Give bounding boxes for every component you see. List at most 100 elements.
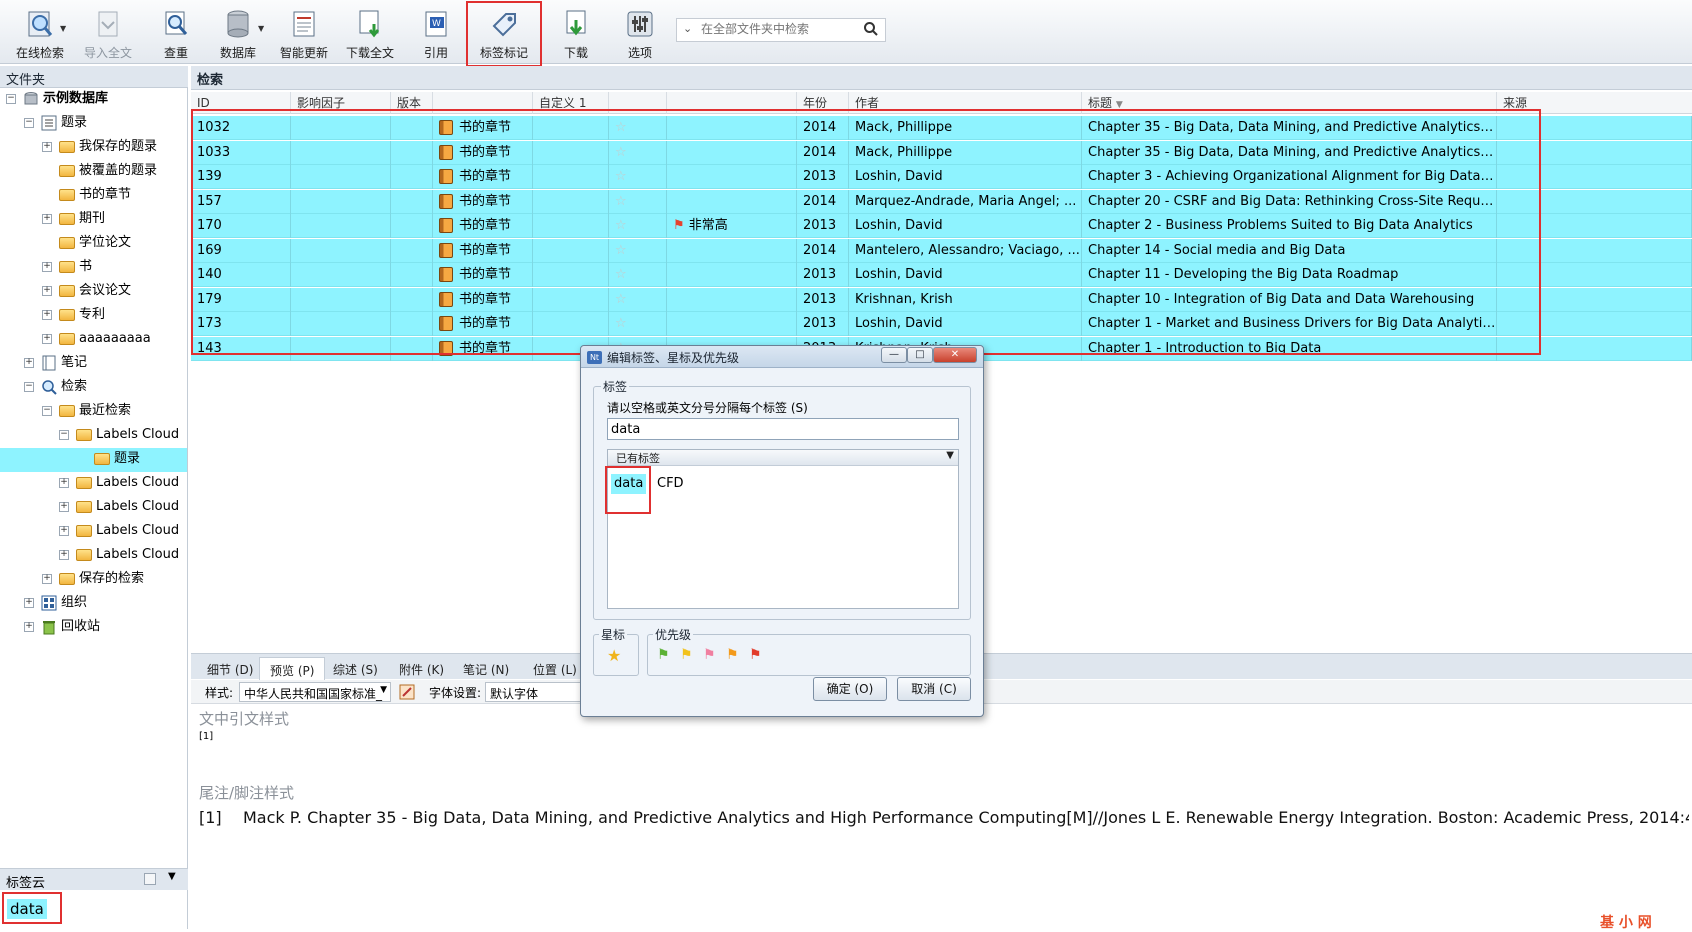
tree-item-journals[interactable]: + 期刊 bbox=[42, 208, 105, 232]
tree-item-labels-cloud[interactable]: − Labels Cloud bbox=[59, 424, 179, 448]
tree-item-overwritten[interactable]: 被覆盖的题录 bbox=[59, 160, 157, 184]
tree-label: 最近检索 bbox=[79, 403, 132, 418]
flag-red-icon[interactable]: ⚑ bbox=[749, 646, 767, 664]
collapse-icon[interactable]: − bbox=[42, 405, 52, 416]
chevron-down-icon[interactable]: ▼ bbox=[946, 450, 954, 461]
expand-icon[interactable]: + bbox=[42, 573, 52, 584]
existing-tags-header[interactable]: 已有标签 ▼ bbox=[608, 450, 958, 466]
ref-text: Mack P. Chapter 35 - Big Data, Data Mini… bbox=[243, 808, 1689, 827]
selection-highlight-box bbox=[191, 109, 1541, 355]
cancel-button[interactable]: 取消 (C) bbox=[897, 677, 971, 701]
expand-icon[interactable]: + bbox=[24, 597, 34, 608]
tree-label: Labels Cloud bbox=[96, 427, 180, 442]
collapse-icon[interactable]: − bbox=[59, 429, 69, 440]
star-group-label: 星标 bbox=[599, 626, 628, 643]
options-button[interactable]: 选项 bbox=[604, 6, 676, 60]
folder-search-input[interactable] bbox=[701, 22, 851, 36]
tree-item-conference[interactable]: + 会议论文 bbox=[42, 280, 131, 304]
download-label: 下载 bbox=[563, 46, 588, 60]
collapse-icon[interactable]: − bbox=[24, 117, 34, 128]
tab-summary[interactable]: 综述 (S) bbox=[323, 657, 388, 680]
chevron-down-icon[interactable]: ▼ bbox=[60, 24, 66, 33]
star-icon[interactable]: ★ bbox=[607, 646, 621, 665]
tree-item-theses[interactable]: 学位论文 bbox=[59, 232, 131, 256]
collapse-icon[interactable]: − bbox=[6, 93, 16, 104]
expand-icon[interactable]: + bbox=[42, 141, 52, 152]
tree-item-records-selected[interactable]: 题录 bbox=[0, 448, 187, 472]
tree-item-my-saved[interactable]: + 我保存的题录 bbox=[42, 136, 157, 160]
tree-item-labels-cloud[interactable]: + Labels Cloud bbox=[59, 496, 179, 520]
expand-icon[interactable]: + bbox=[59, 525, 69, 536]
expand-icon[interactable]: + bbox=[24, 621, 34, 632]
expand-icon[interactable]: + bbox=[42, 285, 52, 296]
expand-icon[interactable]: + bbox=[42, 333, 52, 344]
tree-item-books[interactable]: + 书 bbox=[42, 256, 92, 280]
download-fulltext-button[interactable]: 下载全文 bbox=[334, 6, 406, 60]
expand-icon[interactable]: + bbox=[42, 309, 52, 320]
tags-input[interactable] bbox=[607, 418, 959, 440]
tree-item-patents[interactable]: + 专利 bbox=[42, 304, 105, 328]
tree-item-sample-db[interactable]: − 示例数据库 bbox=[6, 88, 108, 112]
tree-label: Labels Cloud bbox=[96, 499, 180, 514]
folder-icon bbox=[59, 140, 75, 153]
tree-item-recent-search[interactable]: − 最近检索 bbox=[42, 400, 131, 424]
tab-details[interactable]: 细节 (D) bbox=[197, 657, 263, 680]
tag-cloud-tag[interactable]: data bbox=[7, 899, 47, 919]
tree-item-saved-search[interactable]: + 保存的检索 bbox=[42, 568, 144, 592]
tree-item-labels-cloud[interactable]: + Labels Cloud bbox=[59, 520, 179, 544]
tab-location[interactable]: 位置 (L) bbox=[523, 657, 587, 680]
tab-preview[interactable]: 预览 (P) bbox=[259, 657, 326, 680]
tree-item-labels-cloud[interactable]: + Labels Cloud bbox=[59, 472, 179, 496]
download-icon bbox=[566, 10, 586, 36]
tree-item-notes[interactable]: + 笔记 bbox=[24, 352, 87, 376]
chevron-down-icon[interactable]: ⌄ bbox=[683, 22, 692, 35]
folder-search-box[interactable]: ⌄ bbox=[676, 18, 886, 42]
folder-icon bbox=[59, 332, 75, 345]
font-select[interactable]: 默认字体 bbox=[485, 682, 585, 702]
tree-item-aaaa[interactable]: + aaaaaaaaa bbox=[42, 328, 151, 352]
database-button[interactable]: 数据库 ▼ bbox=[202, 6, 274, 60]
import-fulltext-icon bbox=[98, 11, 118, 37]
tab-notes[interactable]: 笔记 (N) bbox=[453, 657, 519, 680]
flag-green-icon[interactable]: ⚑ bbox=[657, 646, 675, 664]
collapse-icon[interactable]: − bbox=[24, 381, 34, 392]
existing-tag-cfd[interactable]: CFD bbox=[654, 474, 687, 494]
flag-orange-icon[interactable]: ⚑ bbox=[726, 646, 744, 664]
tree-label: 我保存的题录 bbox=[79, 139, 158, 154]
expand-icon[interactable]: + bbox=[59, 549, 69, 560]
chevron-down-icon[interactable]: ▼ bbox=[258, 24, 264, 33]
checkbox-icon[interactable] bbox=[144, 873, 156, 885]
expand-icon[interactable]: + bbox=[59, 477, 69, 488]
maximize-button[interactable]: □ bbox=[907, 347, 933, 363]
tree-label: 期刊 bbox=[79, 211, 106, 226]
cite-button[interactable]: W 引用 bbox=[400, 6, 472, 60]
tab-attachments[interactable]: 附件 (K) bbox=[389, 657, 454, 680]
ok-button[interactable]: 确定 (O) bbox=[813, 677, 887, 701]
flag-pink-icon[interactable]: ⚑ bbox=[703, 646, 721, 664]
download-button[interactable]: 下载 bbox=[540, 6, 612, 60]
tag-mark-button[interactable]: 标签标记 bbox=[466, 1, 542, 67]
tree-item-book-chapters[interactable]: 书的章节 bbox=[59, 184, 131, 208]
flag-yellow-icon[interactable]: ⚑ bbox=[680, 646, 698, 664]
tree-label: 保存的检索 bbox=[79, 571, 145, 586]
tree-item-labels-cloud[interactable]: + Labels Cloud bbox=[59, 544, 179, 568]
recycle-bin-icon bbox=[43, 620, 55, 634]
expand-icon[interactable]: + bbox=[59, 501, 69, 512]
tree-item-organize[interactable]: + 组织 bbox=[24, 592, 87, 616]
import-fulltext-button[interactable]: 导入全文 bbox=[72, 6, 144, 60]
tree-item-recycle-bin[interactable]: + 回收站 bbox=[24, 616, 100, 640]
close-button[interactable]: ✕ bbox=[933, 347, 977, 363]
tree-item-records[interactable]: − 题录 bbox=[24, 112, 87, 136]
online-search-button[interactable]: 在线检索 ▼ bbox=[4, 6, 76, 60]
style-select[interactable]: 中华人民共和国国家标准_ ▼ bbox=[239, 682, 391, 702]
tree-item-search[interactable]: − 检索 bbox=[24, 376, 87, 400]
options-label: 选项 bbox=[627, 46, 652, 60]
smart-update-button[interactable]: 智能更新 bbox=[268, 6, 340, 60]
expand-icon[interactable]: + bbox=[24, 357, 34, 368]
minimize-button[interactable]: — bbox=[881, 347, 907, 363]
expand-icon[interactable]: + bbox=[42, 261, 52, 272]
chevron-down-icon[interactable]: ▼ bbox=[168, 871, 176, 882]
expand-icon[interactable]: + bbox=[42, 213, 52, 224]
search-icon[interactable] bbox=[863, 21, 879, 37]
style-editor-icon[interactable] bbox=[399, 684, 415, 700]
